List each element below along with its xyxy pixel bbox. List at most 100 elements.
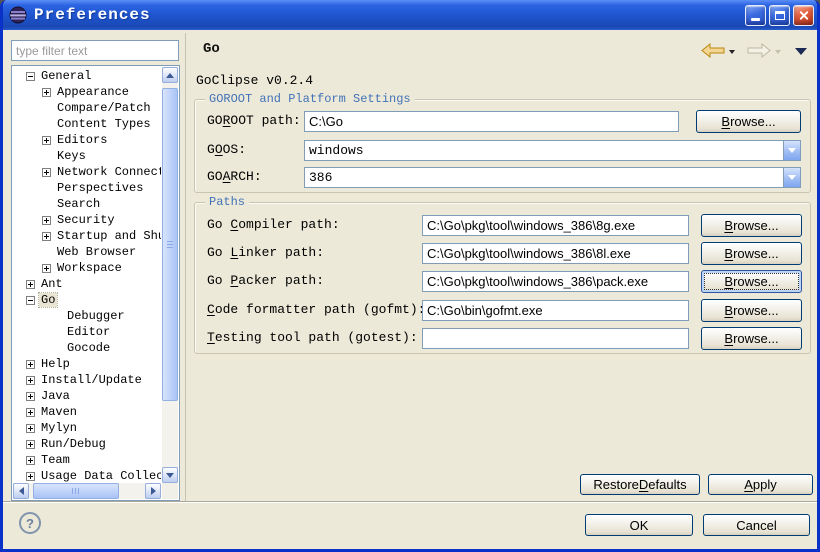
view-menu-icon[interactable]: [795, 48, 807, 55]
expand-toggle-icon[interactable]: [42, 88, 51, 97]
code-formatter-path-input[interactable]: [422, 300, 689, 321]
ok-button[interactable]: OK: [585, 514, 693, 536]
tree-item[interactable]: Maven: [13, 404, 161, 420]
tree-item[interactable]: Web Browser: [13, 244, 161, 260]
tree-item[interactable]: Compare/Patch: [13, 100, 161, 116]
tree-item[interactable]: Startup and Shu: [13, 228, 161, 244]
tree-item-label: Debugger: [65, 309, 127, 323]
goos-combobox[interactable]: windows: [304, 140, 801, 161]
expand-toggle-icon[interactable]: [26, 280, 35, 289]
goarch-label: GOARCH:: [207, 169, 262, 184]
tree-item[interactable]: Keys: [13, 148, 161, 164]
tree-item[interactable]: Team: [13, 452, 161, 468]
tree-item[interactable]: Network Connect: [13, 164, 161, 180]
go-linker-browse-button[interactable]: Browse...: [701, 242, 802, 265]
close-button[interactable]: [793, 5, 814, 26]
filter-input[interactable]: [11, 40, 179, 61]
tree-item[interactable]: Ant: [13, 276, 161, 292]
tree-item[interactable]: Editor: [13, 324, 161, 340]
goroot-browse-button[interactable]: Browse...: [696, 110, 801, 133]
expand-toggle-icon[interactable]: [26, 376, 35, 385]
expand-toggle-icon[interactable]: [26, 440, 35, 449]
tree-item[interactable]: Gocode: [13, 340, 161, 356]
tree-item[interactable]: Perspectives: [13, 180, 161, 196]
expand-toggle-icon[interactable]: [42, 168, 51, 177]
tree-horizontal-scrollbar[interactable]: [13, 483, 161, 499]
go-packer-browse-button[interactable]: Browse...: [701, 270, 802, 293]
scroll-left-button[interactable]: [13, 483, 29, 499]
horizontal-scroll-thumb[interactable]: [33, 483, 119, 499]
scroll-right-button[interactable]: [145, 483, 161, 499]
preference-nav-toolbar: [701, 43, 807, 58]
go-packer-path-input[interactable]: [422, 271, 689, 292]
maximize-button[interactable]: [769, 5, 790, 26]
testing-tool-path-input[interactable]: [422, 328, 689, 349]
tree-item[interactable]: Editors: [13, 132, 161, 148]
tree-item[interactable]: Usage Data Collect: [13, 468, 161, 483]
back-button[interactable]: [701, 43, 725, 58]
tree-vertical-scrollbar[interactable]: [162, 67, 178, 483]
tree-item-label: Network Connect: [55, 165, 161, 179]
testing-tool-path-label: Testing tool path (gotest):: [207, 330, 418, 345]
restore-defaults-button[interactable]: Restore Defaults: [580, 474, 700, 495]
combo-dropdown-icon[interactable]: [783, 168, 800, 187]
tree-item[interactable]: General: [13, 68, 161, 84]
tree-item[interactable]: Appearance: [13, 84, 161, 100]
back-history-dropdown-icon[interactable]: [729, 50, 735, 54]
tree-item-label: Web Browser: [55, 245, 138, 259]
minimize-button[interactable]: [745, 5, 766, 26]
tree-item[interactable]: Content Types: [13, 116, 161, 132]
goarch-combobox[interactable]: 386: [304, 167, 801, 188]
help-button[interactable]: ?: [19, 512, 41, 534]
scroll-down-button[interactable]: [162, 467, 178, 483]
go-compiler-path-input[interactable]: [422, 215, 689, 236]
expand-toggle-icon[interactable]: [26, 72, 35, 81]
tree-item[interactable]: Help: [13, 356, 161, 372]
cancel-button[interactable]: Cancel: [703, 514, 810, 536]
tree-item[interactable]: Mylyn: [13, 420, 161, 436]
expand-toggle-icon[interactable]: [42, 216, 51, 225]
tree-item[interactable]: Workspace: [13, 260, 161, 276]
scroll-up-button[interactable]: [162, 67, 178, 83]
vertical-scroll-thumb[interactable]: [162, 88, 178, 401]
go-compiler-browse-button[interactable]: Browse...: [701, 214, 802, 237]
apply-button[interactable]: Apply: [708, 474, 813, 495]
testing-tool-browse-button[interactable]: Browse...: [701, 327, 802, 350]
code-formatter-browse-button[interactable]: Browse...: [701, 299, 802, 322]
maximize-icon: [775, 11, 785, 20]
combo-dropdown-icon[interactable]: [783, 141, 800, 160]
expand-toggle-icon[interactable]: [26, 424, 35, 433]
goroot-path-input[interactable]: [304, 111, 679, 132]
paths-group: Paths Go Compiler path: Browse... Go Lin…: [194, 202, 811, 354]
tree-item[interactable]: Security: [13, 212, 161, 228]
expand-toggle-icon[interactable]: [42, 136, 51, 145]
tree-item[interactable]: Search: [13, 196, 161, 212]
forward-arrow-icon: [747, 43, 771, 58]
expand-toggle-icon[interactable]: [26, 456, 35, 465]
forward-history-dropdown-icon[interactable]: [775, 50, 781, 54]
go-linker-path-input[interactable]: [422, 243, 689, 264]
eclipse-logo-icon: [9, 6, 27, 24]
go-compiler-path-label: Go Compiler path:: [207, 217, 340, 232]
expand-toggle-icon[interactable]: [26, 392, 35, 401]
expand-toggle-icon[interactable]: [42, 264, 51, 273]
page-title: Go: [203, 41, 220, 57]
tree-item[interactable]: Run/Debug: [13, 436, 161, 452]
expand-toggle-icon[interactable]: [26, 472, 35, 481]
expand-toggle-icon[interactable]: [42, 232, 51, 241]
tree-item-label: Run/Debug: [39, 437, 108, 451]
plugin-version-text: GoClipse v0.2.4: [196, 73, 313, 88]
preferences-window: Preferences General Appearance Compare/P…: [0, 0, 820, 552]
tree-item[interactable]: Java: [13, 388, 161, 404]
tree-item[interactable]: Debugger: [13, 308, 161, 324]
expand-toggle-icon[interactable]: [26, 360, 35, 369]
tree-item[interactable]: Go: [13, 292, 161, 308]
tree-item[interactable]: Install/Update: [13, 372, 161, 388]
tree-item-label: Search: [55, 197, 102, 211]
close-icon: [798, 10, 809, 21]
forward-button[interactable]: [747, 43, 771, 58]
expand-toggle-icon[interactable]: [26, 408, 35, 417]
pane-divider[interactable]: [185, 33, 186, 501]
expand-toggle-icon[interactable]: [26, 296, 35, 305]
titlebar[interactable]: Preferences: [0, 0, 820, 30]
